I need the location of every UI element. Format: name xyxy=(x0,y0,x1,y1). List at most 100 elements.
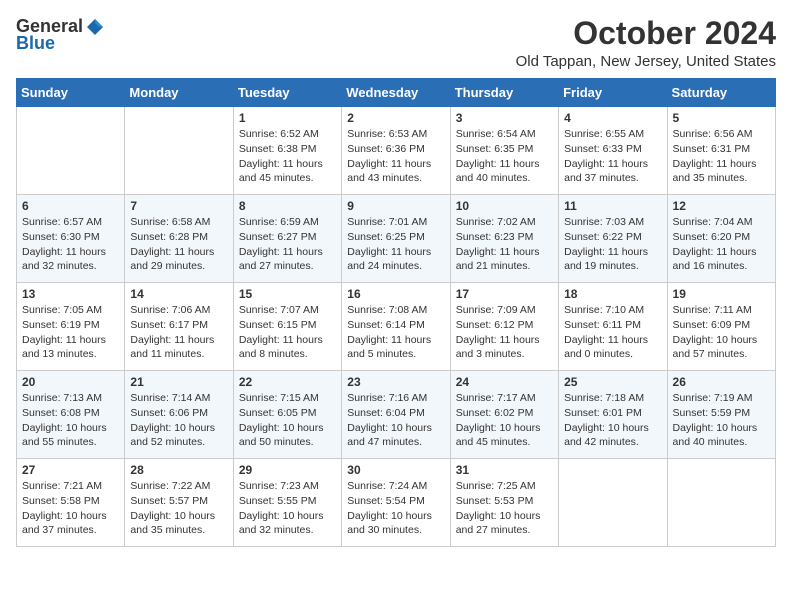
weekday-header-saturday: Saturday xyxy=(667,79,775,107)
calendar-table: SundayMondayTuesdayWednesdayThursdayFrid… xyxy=(16,78,776,547)
cell-info: Sunrise: 6:58 AM Sunset: 6:28 PM Dayligh… xyxy=(130,215,227,274)
calendar-cell: 24 Sunrise: 7:17 AM Sunset: 6:02 PM Dayli… xyxy=(450,371,558,459)
logo-icon xyxy=(85,17,105,37)
cell-info: Sunrise: 7:04 AM Sunset: 6:20 PM Dayligh… xyxy=(673,215,770,274)
calendar-cell: 2 Sunrise: 6:53 AM Sunset: 6:36 PM Daylig… xyxy=(342,107,450,195)
title-section: October 2024 Old Tappan, New Jersey, Uni… xyxy=(516,16,776,70)
calendar-week-row: 13Sunrise: 7:05 AM Sunset: 6:19 PM Dayli… xyxy=(17,283,776,371)
day-number: 24 xyxy=(456,375,553,389)
day-number: 14 xyxy=(130,287,227,301)
calendar-cell: 11 Sunrise: 7:03 AM Sunset: 6:22 PM Dayli… xyxy=(559,195,667,283)
calendar-cell: 22 Sunrise: 7:15 AM Sunset: 6:05 PM Dayli… xyxy=(233,371,341,459)
calendar-cell xyxy=(125,107,233,195)
cell-info: Sunrise: 7:24 AM Sunset: 5:54 PM Dayligh… xyxy=(347,479,444,538)
logo: General Blue xyxy=(16,16,105,54)
cell-info: Sunrise: 6:52 AM Sunset: 6:38 PM Dayligh… xyxy=(239,127,336,186)
calendar-cell: 13Sunrise: 7:05 AM Sunset: 6:19 PM Dayli… xyxy=(17,283,125,371)
day-number: 31 xyxy=(456,463,553,477)
day-number: 11 xyxy=(564,199,661,213)
calendar-cell: 23Sunrise: 7:16 AM Sunset: 6:04 PM Dayli… xyxy=(342,371,450,459)
calendar-cell: 1 Sunrise: 6:52 AM Sunset: 6:38 PM Daylig… xyxy=(233,107,341,195)
weekday-header-thursday: Thursday xyxy=(450,79,558,107)
calendar-cell: 17 Sunrise: 7:09 AM Sunset: 6:12 PM Dayli… xyxy=(450,283,558,371)
weekday-header-wednesday: Wednesday xyxy=(342,79,450,107)
day-number: 10 xyxy=(456,199,553,213)
day-number: 18 xyxy=(564,287,661,301)
day-number: 16 xyxy=(347,287,444,301)
cell-info: Sunrise: 6:55 AM Sunset: 6:33 PM Dayligh… xyxy=(564,127,661,186)
calendar-cell: 20 Sunrise: 7:13 AM Sunset: 6:08 PM Dayli… xyxy=(17,371,125,459)
day-number: 17 xyxy=(456,287,553,301)
cell-info: Sunrise: 7:21 AM Sunset: 5:58 PM Dayligh… xyxy=(22,479,119,538)
day-number: 8 xyxy=(239,199,336,213)
cell-info: Sunrise: 6:54 AM Sunset: 6:35 PM Dayligh… xyxy=(456,127,553,186)
day-number: 9 xyxy=(347,199,444,213)
calendar-cell: 16 Sunrise: 7:08 AM Sunset: 6:14 PM Dayli… xyxy=(342,283,450,371)
day-number: 30 xyxy=(347,463,444,477)
calendar-cell: 26 Sunrise: 7:19 AM Sunset: 5:59 PM Dayli… xyxy=(667,371,775,459)
cell-info: Sunrise: 7:06 AM Sunset: 6:17 PM Dayligh… xyxy=(130,303,227,362)
calendar-cell xyxy=(17,107,125,195)
calendar-cell: 19Sunrise: 7:11 AM Sunset: 6:09 PM Dayli… xyxy=(667,283,775,371)
weekday-header-row: SundayMondayTuesdayWednesdayThursdayFrid… xyxy=(17,79,776,107)
day-number: 21 xyxy=(130,375,227,389)
day-number: 12 xyxy=(673,199,770,213)
calendar-week-row: 27Sunrise: 7:21 AM Sunset: 5:58 PM Dayli… xyxy=(17,459,776,547)
calendar-cell: 21 Sunrise: 7:14 AM Sunset: 6:06 PM Dayli… xyxy=(125,371,233,459)
cell-info: Sunrise: 7:07 AM Sunset: 6:15 PM Dayligh… xyxy=(239,303,336,362)
day-number: 28 xyxy=(130,463,227,477)
weekday-header-monday: Monday xyxy=(125,79,233,107)
calendar-cell: 5 Sunrise: 6:56 AM Sunset: 6:31 PM Daylig… xyxy=(667,107,775,195)
calendar-cell: 15Sunrise: 7:07 AM Sunset: 6:15 PM Dayli… xyxy=(233,283,341,371)
cell-info: Sunrise: 7:01 AM Sunset: 6:25 PM Dayligh… xyxy=(347,215,444,274)
calendar-cell: 31 Sunrise: 7:25 AM Sunset: 5:53 PM Dayli… xyxy=(450,459,558,547)
cell-info: Sunrise: 6:59 AM Sunset: 6:27 PM Dayligh… xyxy=(239,215,336,274)
day-number: 4 xyxy=(564,111,661,125)
cell-info: Sunrise: 6:56 AM Sunset: 6:31 PM Dayligh… xyxy=(673,127,770,186)
cell-info: Sunrise: 7:13 AM Sunset: 6:08 PM Dayligh… xyxy=(22,391,119,450)
cell-info: Sunrise: 6:57 AM Sunset: 6:30 PM Dayligh… xyxy=(22,215,119,274)
calendar-cell: 27Sunrise: 7:21 AM Sunset: 5:58 PM Dayli… xyxy=(17,459,125,547)
day-number: 25 xyxy=(564,375,661,389)
day-number: 22 xyxy=(239,375,336,389)
calendar-cell: 28 Sunrise: 7:22 AM Sunset: 5:57 PM Dayli… xyxy=(125,459,233,547)
calendar-cell: 18 Sunrise: 7:10 AM Sunset: 6:11 PM Dayli… xyxy=(559,283,667,371)
calendar-cell: 25 Sunrise: 7:18 AM Sunset: 6:01 PM Dayli… xyxy=(559,371,667,459)
day-number: 19 xyxy=(673,287,770,301)
calendar-week-row: 1 Sunrise: 6:52 AM Sunset: 6:38 PM Daylig… xyxy=(17,107,776,195)
month-title: October 2024 xyxy=(516,16,776,51)
cell-info: Sunrise: 7:22 AM Sunset: 5:57 PM Dayligh… xyxy=(130,479,227,538)
cell-info: Sunrise: 7:18 AM Sunset: 6:01 PM Dayligh… xyxy=(564,391,661,450)
calendar-cell: 12 Sunrise: 7:04 AM Sunset: 6:20 PM Dayli… xyxy=(667,195,775,283)
calendar-cell: 30 Sunrise: 7:24 AM Sunset: 5:54 PM Dayli… xyxy=(342,459,450,547)
calendar-cell: 10 Sunrise: 7:02 AM Sunset: 6:23 PM Dayli… xyxy=(450,195,558,283)
calendar-cell: 9 Sunrise: 7:01 AM Sunset: 6:25 PM Daylig… xyxy=(342,195,450,283)
cell-info: Sunrise: 7:03 AM Sunset: 6:22 PM Dayligh… xyxy=(564,215,661,274)
day-number: 6 xyxy=(22,199,119,213)
cell-info: Sunrise: 7:09 AM Sunset: 6:12 PM Dayligh… xyxy=(456,303,553,362)
cell-info: Sunrise: 7:15 AM Sunset: 6:05 PM Dayligh… xyxy=(239,391,336,450)
calendar-cell: 14 Sunrise: 7:06 AM Sunset: 6:17 PM Dayli… xyxy=(125,283,233,371)
cell-info: Sunrise: 7:02 AM Sunset: 6:23 PM Dayligh… xyxy=(456,215,553,274)
cell-info: Sunrise: 6:53 AM Sunset: 6:36 PM Dayligh… xyxy=(347,127,444,186)
day-number: 3 xyxy=(456,111,553,125)
day-number: 5 xyxy=(673,111,770,125)
logo-blue-text: Blue xyxy=(16,33,55,54)
calendar-week-row: 6 Sunrise: 6:57 AM Sunset: 6:30 PM Daylig… xyxy=(17,195,776,283)
cell-info: Sunrise: 7:10 AM Sunset: 6:11 PM Dayligh… xyxy=(564,303,661,362)
day-number: 23 xyxy=(347,375,444,389)
cell-info: Sunrise: 7:14 AM Sunset: 6:06 PM Dayligh… xyxy=(130,391,227,450)
day-number: 1 xyxy=(239,111,336,125)
cell-info: Sunrise: 7:17 AM Sunset: 6:02 PM Dayligh… xyxy=(456,391,553,450)
calendar-week-row: 20 Sunrise: 7:13 AM Sunset: 6:08 PM Dayli… xyxy=(17,371,776,459)
day-number: 26 xyxy=(673,375,770,389)
weekday-header-tuesday: Tuesday xyxy=(233,79,341,107)
day-number: 20 xyxy=(22,375,119,389)
weekday-header-sunday: Sunday xyxy=(17,79,125,107)
cell-info: Sunrise: 7:25 AM Sunset: 5:53 PM Dayligh… xyxy=(456,479,553,538)
cell-info: Sunrise: 7:23 AM Sunset: 5:55 PM Dayligh… xyxy=(239,479,336,538)
cell-info: Sunrise: 7:08 AM Sunset: 6:14 PM Dayligh… xyxy=(347,303,444,362)
cell-info: Sunrise: 7:19 AM Sunset: 5:59 PM Dayligh… xyxy=(673,391,770,450)
day-number: 29 xyxy=(239,463,336,477)
day-number: 2 xyxy=(347,111,444,125)
